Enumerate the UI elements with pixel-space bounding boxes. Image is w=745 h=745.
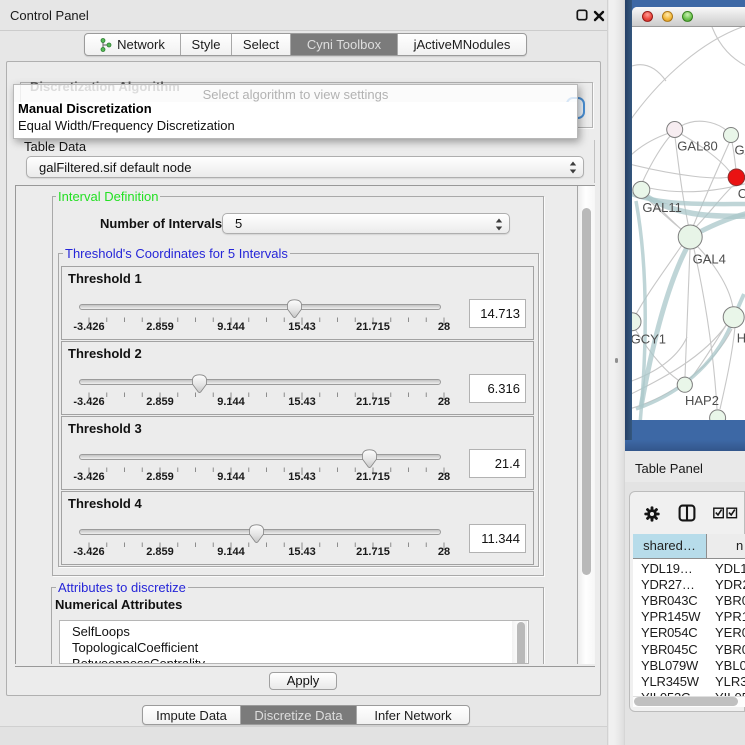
svg-text:GCY1: GCY1 <box>632 332 666 347</box>
svg-text:GAL11: GAL11 <box>642 200 682 215</box>
svg-text:GAL3: GAL3 <box>735 143 745 158</box>
svg-text:HIS4: HIS4 <box>737 331 745 346</box>
svg-text:GAL4: GAL4 <box>693 252 726 267</box>
svg-text:GAL80: GAL80 <box>677 139 717 154</box>
svg-text:CDC19: CDC19 <box>738 186 745 201</box>
svg-text:HAP2: HAP2 <box>685 393 719 408</box>
